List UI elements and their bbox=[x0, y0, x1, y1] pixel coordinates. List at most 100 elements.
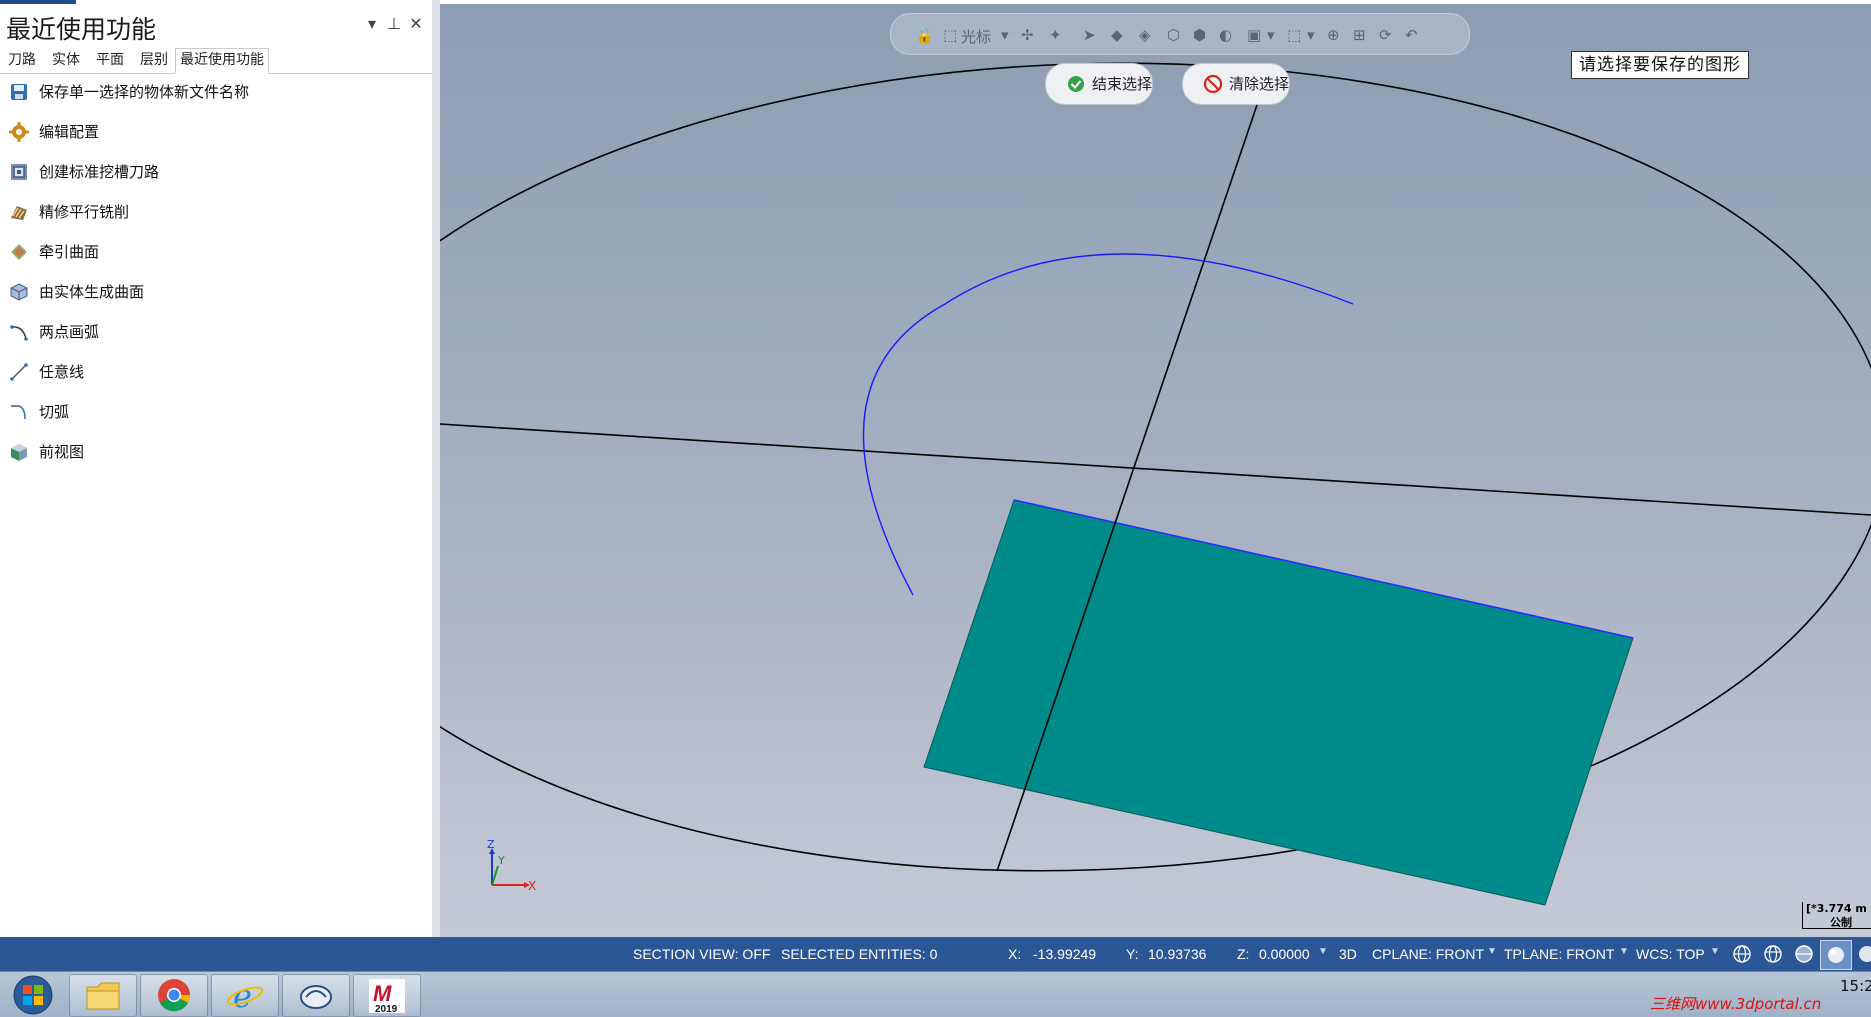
prohibit-icon bbox=[1203, 74, 1223, 94]
mastercam-version: 2019 bbox=[375, 1004, 398, 1015]
mode-3d-toggle[interactable]: 3D bbox=[1339, 946, 1357, 962]
recent-item-edit-config[interactable]: 编辑配置 bbox=[8, 118, 428, 146]
recent-item-save-selected[interactable]: 保存单一选择的物体新文件名称 bbox=[8, 78, 428, 106]
shaded-mode-button[interactable] bbox=[1820, 940, 1852, 970]
chevron-down-icon[interactable]: ▼ bbox=[1710, 946, 1720, 957]
recent-item-parallel-finish[interactable]: 精修平行铣削 bbox=[8, 198, 428, 226]
tangent-arc-icon bbox=[11, 405, 26, 420]
recent-item-label: 任意线 bbox=[39, 363, 85, 381]
body-select-icon[interactable]: ⬢ bbox=[1193, 26, 1206, 44]
clear-selection-button[interactable]: 清除选择 bbox=[1182, 63, 1290, 105]
svg-text:e: e bbox=[233, 977, 252, 1013]
taskbar-mastercam[interactable]: M 2019 bbox=[353, 974, 421, 1017]
box-select-icon[interactable]: ⬚ bbox=[1287, 26, 1301, 44]
taskbar-internet-explorer[interactable]: e bbox=[211, 974, 279, 1017]
recent-item-front-view[interactable]: 前视图 bbox=[8, 438, 428, 466]
translucent-sphere-icon[interactable] bbox=[1857, 944, 1871, 964]
rotate-icon[interactable]: ⟳ bbox=[1379, 26, 1392, 44]
helmet-app-icon bbox=[300, 985, 332, 1009]
windows-taskbar: e M 2019 三维网www.3dportal.cn 15:2 bbox=[0, 971, 1871, 1017]
view-scale-indicator: [*3.774 m 公制 bbox=[1800, 902, 1871, 934]
clear-selection-label: 清除选择 bbox=[1229, 75, 1290, 93]
verify-icon[interactable]: ⊕ bbox=[1327, 26, 1340, 44]
recent-item-label: 牵引曲面 bbox=[39, 243, 100, 261]
tab-recent-functions[interactable]: 最近使用功能 bbox=[175, 48, 269, 74]
cursor-mode-label[interactable]: 光标 bbox=[961, 26, 991, 47]
window-select-icon[interactable]: ▣ bbox=[1247, 26, 1261, 44]
cursor-select-icon[interactable]: ⬚ bbox=[943, 26, 957, 44]
pocket-toolpath-icon bbox=[11, 164, 27, 180]
svg-text:M: M bbox=[373, 981, 392, 1006]
graphics-viewport[interactable]: 🔒 ⬚ 光标 ▾ ✢ ✦ ➤ ◆ ◈ ⬡ ⬢ ◐ ▣ ▾ ⬚ ▾ ⊕ ⊞ ⟳ ↶… bbox=[440, 4, 1871, 937]
taskbar-chrome[interactable] bbox=[140, 974, 208, 1017]
draft-surface-icon bbox=[11, 244, 27, 260]
tab-levels[interactable]: 层别 bbox=[136, 49, 172, 72]
shaded-edges-globe-icon[interactable] bbox=[1794, 944, 1814, 964]
tab-toolpaths[interactable]: 刀路 bbox=[4, 49, 40, 72]
taskbar-app-four[interactable] bbox=[282, 974, 350, 1017]
lock-icon[interactable]: 🔒 bbox=[915, 26, 934, 44]
chevron-down-icon[interactable]: ▼ bbox=[1318, 946, 1328, 957]
rectangular-surface[interactable] bbox=[923, 499, 1634, 906]
status-bar: SECTION VIEW: OFF SELECTED ENTITIES: 0 X… bbox=[0, 937, 1871, 971]
recent-item-label: 由实体生成曲面 bbox=[39, 283, 145, 301]
recent-item-any-line[interactable]: 任意线 bbox=[8, 358, 428, 386]
recent-item-tangent-arc[interactable]: 切弧 bbox=[8, 398, 428, 426]
recent-functions-panel: 最近使用功能 ▾ ⊥ ✕ 刀路 实体 平面 层别 最近使用功能 保存单一选择的物… bbox=[0, 0, 440, 937]
taskbar-explorer[interactable] bbox=[69, 974, 137, 1017]
cplane-status[interactable]: CPLANE: FRONT bbox=[1372, 946, 1484, 962]
wireframe-globe-icon[interactable] bbox=[1732, 944, 1752, 964]
pin-icon[interactable]: ⊥ bbox=[384, 14, 404, 33]
auto-cursor-icon[interactable]: ✦ bbox=[1049, 26, 1062, 44]
face-select-icon[interactable]: ◈ bbox=[1139, 26, 1151, 44]
recent-item-label: 创建标准挖槽刀路 bbox=[39, 163, 160, 181]
axis-triad: X Z Y bbox=[487, 840, 536, 893]
z-coord-value[interactable]: 0.00000 bbox=[1259, 946, 1310, 962]
recent-item-pocket-toolpath[interactable]: 创建标准挖槽刀路 bbox=[8, 158, 428, 186]
select-all-icon[interactable]: ⊞ bbox=[1353, 26, 1366, 44]
wcs-status[interactable]: WCS: TOP bbox=[1636, 946, 1705, 962]
undo-select-icon[interactable]: ↶ bbox=[1405, 26, 1418, 44]
recent-item-draft-surface[interactable]: 牵引曲面 bbox=[8, 238, 428, 266]
tab-solids[interactable]: 实体 bbox=[48, 49, 84, 72]
windows-start-icon[interactable] bbox=[8, 974, 58, 1016]
chevron-down-icon[interactable]: ▾ bbox=[1307, 26, 1315, 44]
z-axis-label: Z bbox=[487, 840, 495, 851]
save-icon bbox=[11, 84, 27, 100]
end-selection-label: 结束选择 bbox=[1092, 75, 1153, 93]
section-view-status[interactable]: SECTION VIEW: OFF bbox=[633, 946, 770, 962]
y-coord-value[interactable]: 10.93736 bbox=[1148, 946, 1206, 962]
x-coord-label: X: bbox=[1008, 946, 1022, 962]
selection-prompt: 请选择要保存的图形 bbox=[1571, 51, 1749, 79]
pointer-icon[interactable]: ➤ bbox=[1083, 26, 1096, 44]
snap-icon[interactable]: ✢ bbox=[1021, 26, 1034, 44]
recent-item-label: 前视图 bbox=[39, 443, 85, 461]
edge-select-icon[interactable]: ⬡ bbox=[1167, 26, 1180, 44]
chevron-down-icon[interactable]: ▼ bbox=[1619, 946, 1629, 957]
chevron-down-icon[interactable]: ▾ bbox=[1001, 26, 1009, 44]
recent-item-surface-from-solid[interactable]: 由实体生成曲面 bbox=[8, 278, 428, 306]
recent-item-label: 两点画弧 bbox=[39, 323, 100, 341]
solid-select-icon[interactable]: ◆ bbox=[1111, 26, 1123, 44]
tplane-status[interactable]: TPLANE: FRONT bbox=[1504, 946, 1614, 962]
chevron-down-icon[interactable]: ▾ bbox=[1267, 26, 1275, 44]
tab-planes[interactable]: 平面 bbox=[92, 49, 128, 72]
hidden-line-globe-icon[interactable] bbox=[1763, 944, 1783, 964]
mastercam-logo-icon: M2019 bbox=[369, 979, 405, 1015]
recent-item-arc-two-points[interactable]: 两点画弧 bbox=[8, 318, 428, 346]
chevron-down-icon[interactable]: ▼ bbox=[1487, 946, 1497, 957]
shaded-sphere-icon bbox=[1828, 947, 1844, 963]
selected-entities-status[interactable]: SELECTED ENTITIES: 0 bbox=[781, 946, 937, 962]
front-view-icon bbox=[11, 444, 27, 461]
system-clock[interactable]: 15:2 bbox=[1840, 977, 1871, 995]
close-icon[interactable]: ✕ bbox=[406, 14, 426, 33]
end-selection-button[interactable]: 结束选择 bbox=[1045, 63, 1153, 105]
horizontal-line-entity[interactable] bbox=[440, 423, 1871, 516]
line-icon bbox=[10, 363, 28, 381]
check-circle-icon bbox=[1068, 76, 1084, 92]
x-coord-value[interactable]: -13.99249 bbox=[1033, 946, 1096, 962]
recent-item-label: 精修平行铣削 bbox=[39, 203, 130, 221]
y-coord-label: Y: bbox=[1126, 946, 1139, 962]
back-face-icon[interactable]: ◐ bbox=[1219, 26, 1232, 44]
panel-dropdown-icon[interactable]: ▾ bbox=[362, 14, 382, 33]
